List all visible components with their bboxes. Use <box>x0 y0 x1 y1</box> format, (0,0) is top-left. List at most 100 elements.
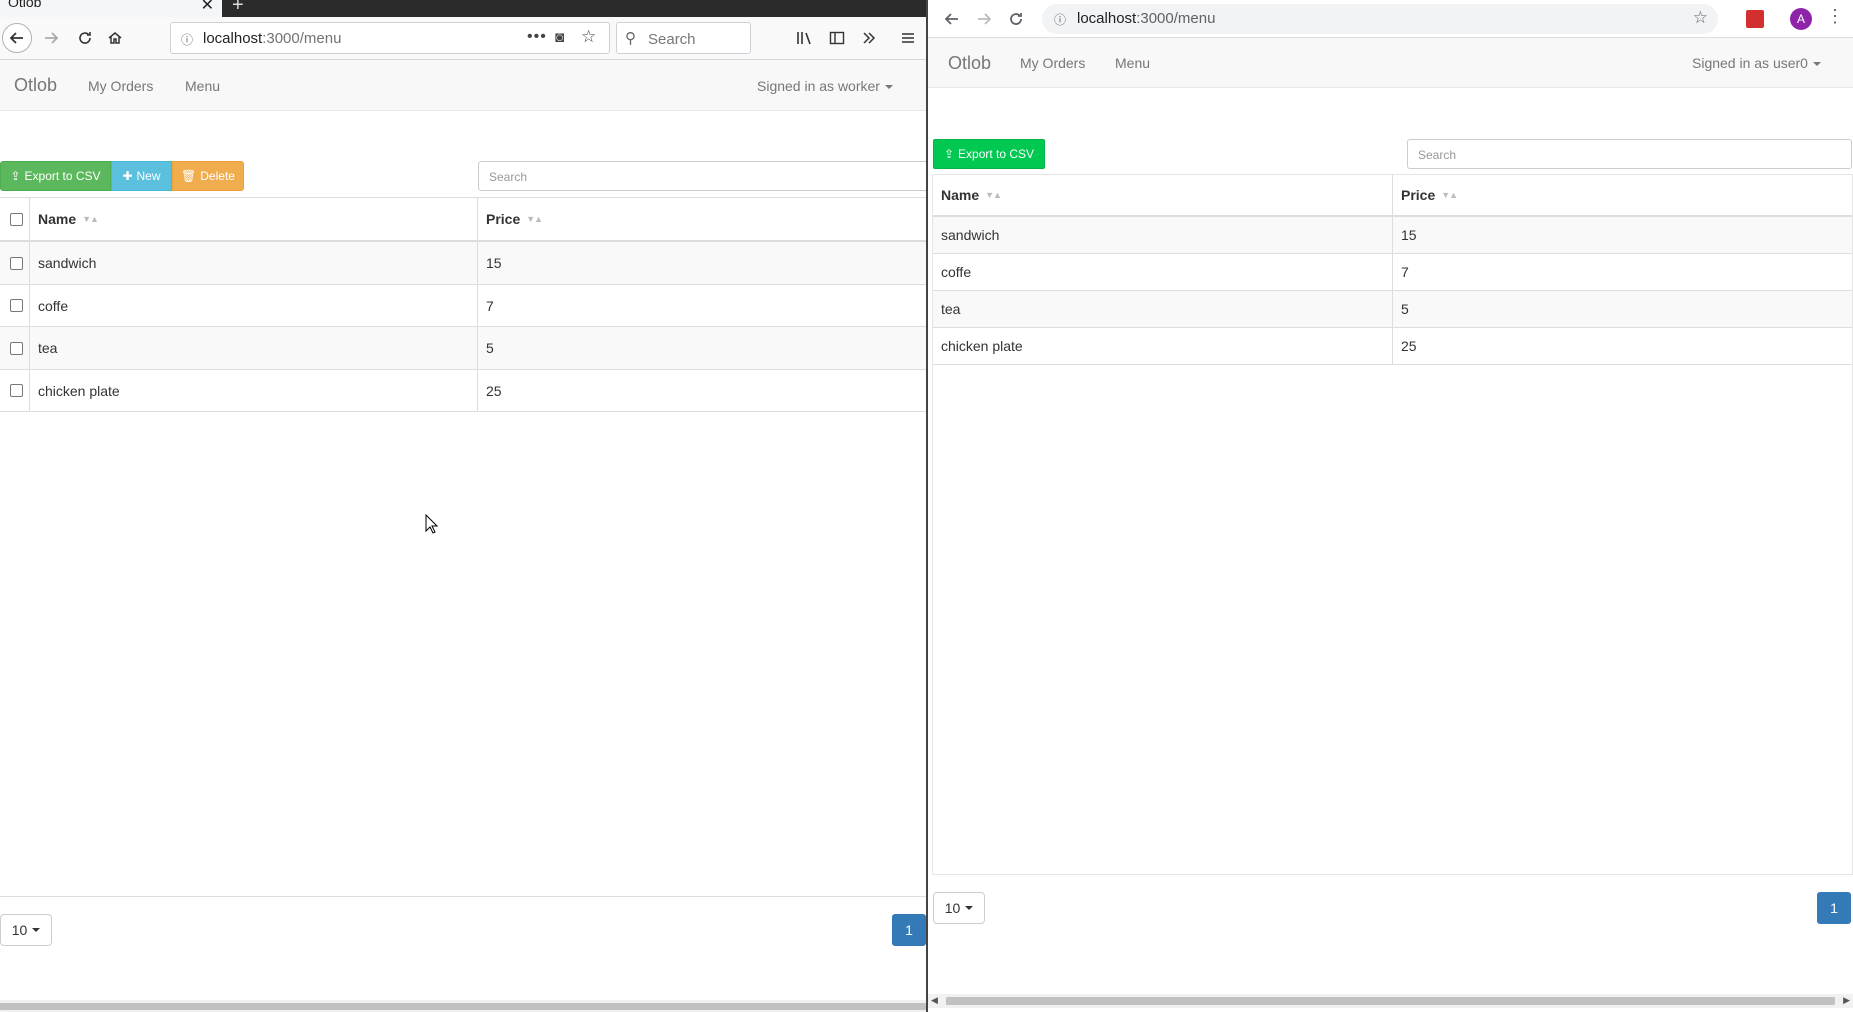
user-label: Signed in as user0 <box>1692 55 1808 71</box>
sort-icon: ▼▲ <box>82 214 99 224</box>
profile-avatar[interactable]: A <box>1790 8 1812 30</box>
table-search-input[interactable]: Search <box>1407 139 1852 169</box>
url-text: localhost:3000/menu <box>1077 10 1216 27</box>
info-icon[interactable]: ⓘ <box>181 31 193 48</box>
export-icon: ⇪ <box>943 147 955 161</box>
table-row[interactable]: chicken plate 25 <box>933 328 1852 365</box>
navbar-brand[interactable]: Otlob <box>14 75 57 96</box>
cell-name: sandwich <box>941 227 1000 243</box>
hamburger-menu-icon[interactable] <box>893 23 923 53</box>
page-size-dropdown[interactable]: 10 <box>933 892 985 924</box>
app-navbar: Otlob My Orders Menu Signed in as worker <box>0 60 926 111</box>
chrome-window: ⓘ localhost:3000/menu ☆ A ⋮ Otlob My Ord… <box>926 0 1853 1012</box>
column-name-label: Name <box>941 187 980 203</box>
nav-menu[interactable]: Menu <box>185 78 220 94</box>
table-row[interactable]: chicken plate 25 <box>0 370 926 412</box>
bookmark-star-icon[interactable]: ☆ <box>1693 8 1708 28</box>
export-csv-button[interactable]: ⇪ Export to CSV <box>0 161 111 191</box>
row-checkbox[interactable] <box>10 384 23 397</box>
overflow-chevron-icon[interactable] <box>854 23 884 53</box>
scrollbar-thumb[interactable] <box>0 1003 926 1010</box>
nav-menu[interactable]: Menu <box>1115 55 1150 71</box>
delete-button[interactable]: 🗑 Delete <box>172 161 244 191</box>
cell-name: tea <box>941 301 961 317</box>
forward-arrow-icon[interactable] <box>970 5 998 33</box>
scroll-left-arrow-icon[interactable]: ◀ <box>931 995 938 1006</box>
back-arrow-icon[interactable] <box>938 5 966 33</box>
navbar-brand[interactable]: Otlob <box>948 53 991 74</box>
caret-down-icon <box>884 85 893 90</box>
select-all-cell <box>0 198 30 240</box>
pagination-page-button[interactable]: 1 <box>1817 892 1851 924</box>
row-checkbox[interactable] <box>10 341 23 355</box>
pocket-icon[interactable]: ◙ <box>555 29 564 46</box>
reload-icon[interactable] <box>1002 5 1030 33</box>
cell-name: coffe <box>941 264 972 280</box>
sort-icon: ▼▲ <box>526 214 543 224</box>
table-row[interactable]: tea 5 <box>933 291 1852 328</box>
horizontal-scrollbar[interactable] <box>0 1000 926 1012</box>
table-row[interactable]: sandwich 15 <box>0 242 926 285</box>
select-all-checkbox[interactable] <box>10 212 23 226</box>
table-row[interactable]: sandwich 15 <box>933 217 1852 254</box>
new-label: New <box>136 169 161 183</box>
cell-name: chicken plate <box>941 338 1023 354</box>
scroll-right-arrow-icon[interactable]: ▶ <box>1843 995 1850 1006</box>
cell-price: 5 <box>1401 301 1409 317</box>
column-name-label: Name <box>38 211 77 227</box>
scrollbar-thumb[interactable] <box>946 997 1835 1005</box>
page-actions-icon[interactable]: ••• <box>527 28 547 46</box>
new-tab-icon[interactable]: + <box>232 0 244 17</box>
forward-arrow-icon[interactable] <box>36 23 66 53</box>
browser-search-box[interactable]: ⚲ Search <box>616 22 751 54</box>
column-header-price[interactable]: Price ▼▲ <box>1393 175 1852 215</box>
bookmark-star-icon[interactable]: ☆ <box>581 27 596 47</box>
horizontal-scrollbar[interactable]: ◀ ▶ <box>928 994 1853 1008</box>
column-header-name[interactable]: Name ▼▲ <box>933 175 1392 215</box>
mouse-cursor-icon <box>425 514 439 534</box>
table-header-row: Name ▼▲ Price ▼▲ <box>0 197 926 242</box>
home-icon[interactable] <box>100 23 130 53</box>
browser-tab[interactable]: Otlob ✕ <box>0 0 222 17</box>
export-icon: ⇪ <box>10 169 21 183</box>
menu-table: Name ▼▲ Price ▼▲ sandwich 15 coffe 7 tea 5… <box>933 175 1852 367</box>
extension-icon[interactable] <box>1746 10 1764 28</box>
nav-my-orders[interactable]: My Orders <box>88 78 153 94</box>
nav-my-orders[interactable]: My Orders <box>1020 55 1085 71</box>
cell-price: 7 <box>1401 264 1409 280</box>
back-arrow-icon[interactable] <box>2 23 32 53</box>
table-row[interactable]: coffe 7 <box>0 285 926 327</box>
plus-icon: ✚ <box>122 169 133 183</box>
table-search-input[interactable]: Search <box>478 161 926 191</box>
page-size-dropdown[interactable]: 10 <box>0 914 52 946</box>
cell-name: sandwich <box>38 255 97 271</box>
cell-price: 5 <box>486 340 494 356</box>
close-tab-icon[interactable]: ✕ <box>201 0 214 15</box>
export-label: Export to CSV <box>24 169 101 183</box>
user-dropdown[interactable]: Signed in as user0 <box>1692 55 1821 71</box>
kebab-menu-icon[interactable]: ⋮ <box>1826 6 1844 27</box>
column-header-price[interactable]: Price ▼▲ <box>478 198 926 240</box>
column-header-name[interactable]: Name ▼▲ <box>30 198 477 240</box>
url-bar[interactable]: ⓘ localhost:3000/menu ••• ◙ ☆ <box>170 22 610 54</box>
table-row[interactable]: tea 5 <box>0 327 926 370</box>
app-navbar: Otlob My Orders Menu Signed in as user0 <box>928 38 1853 88</box>
user-label: Signed in as worker <box>757 78 880 94</box>
url-bar[interactable]: ⓘ localhost:3000/menu ☆ <box>1042 4 1718 34</box>
new-button[interactable]: ✚ New <box>111 161 172 191</box>
pagination-page-button[interactable]: 1 <box>892 914 926 946</box>
row-checkbox[interactable] <box>10 299 23 312</box>
row-checkbox[interactable] <box>10 256 23 270</box>
export-csv-button[interactable]: ⇪ Export to CSV <box>933 139 1045 169</box>
user-dropdown[interactable]: Signed in as worker <box>757 78 893 94</box>
cell-price: 15 <box>486 255 502 271</box>
url-text: localhost:3000/menu <box>203 30 342 47</box>
trash-icon: 🗑 <box>181 169 197 183</box>
table-header-row: Name ▼▲ Price ▼▲ <box>933 175 1852 217</box>
info-icon[interactable]: ⓘ <box>1054 11 1066 28</box>
table-row[interactable]: coffe 7 <box>933 254 1852 291</box>
reload-icon[interactable] <box>70 23 100 53</box>
library-icon[interactable] <box>790 23 820 53</box>
sidebar-icon[interactable] <box>822 23 852 53</box>
browser-search-placeholder: Search <box>648 31 696 48</box>
